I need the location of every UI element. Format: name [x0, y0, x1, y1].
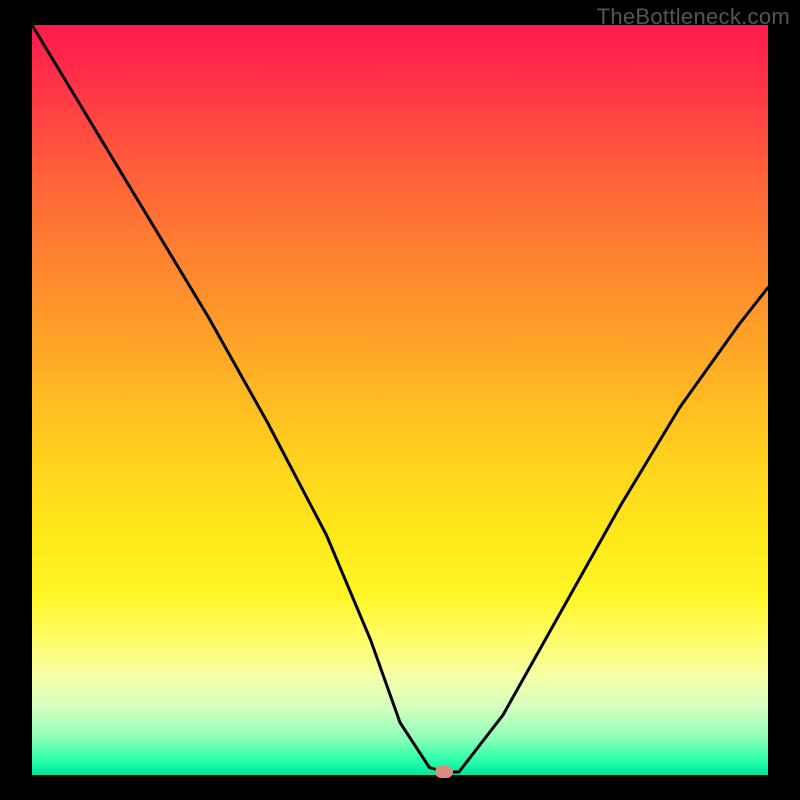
bottleneck-curve [32, 25, 768, 775]
bottleneck-marker [435, 766, 453, 778]
chart-plot-area [32, 25, 768, 775]
watermark-text: TheBottleneck.com [597, 4, 790, 30]
